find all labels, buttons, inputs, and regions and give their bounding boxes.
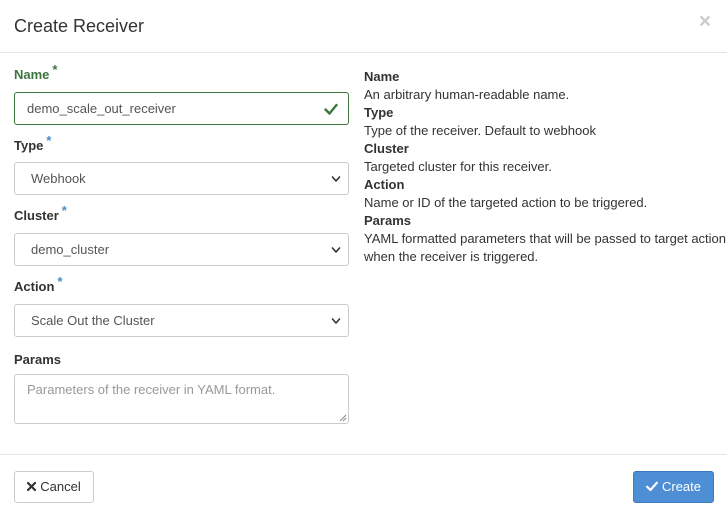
check-icon	[646, 481, 658, 492]
help-term: Cluster	[364, 141, 409, 156]
action-label-text: Action	[14, 279, 55, 294]
cluster-select[interactable]: demo_cluster	[14, 233, 349, 266]
help-desc: An arbitrary human-readable name.	[364, 87, 570, 102]
required-marker: *	[46, 133, 52, 148]
help-desc: YAML formatted parameters that will be p…	[364, 231, 727, 264]
type-label-text: Type	[14, 138, 44, 153]
cluster-label-text: Cluster	[14, 208, 59, 223]
type-select-value: Webhook	[31, 171, 86, 186]
cancel-button-label: Cancel	[40, 479, 81, 494]
required-marker: *	[57, 274, 63, 289]
times-icon	[27, 482, 37, 492]
type-select[interactable]: Webhook	[14, 162, 349, 195]
type-form-group: Type * Webhook	[14, 133, 349, 195]
required-marker: *	[52, 62, 58, 77]
params-label: Params	[14, 352, 61, 367]
help-desc: Type of the receiver. Default to webhook	[364, 123, 596, 138]
cancel-button[interactable]: Cancel	[14, 471, 94, 503]
action-label: Action *	[14, 274, 349, 296]
params-textarea[interactable]: Parameters of the receiver in YAML forma…	[14, 374, 349, 424]
cluster-label: Cluster *	[14, 203, 349, 225]
name-label: Name *	[14, 62, 349, 84]
modal-footer: Cancel Create	[0, 454, 727, 516]
action-select-value: Scale Out the Cluster	[31, 313, 155, 328]
required-marker: *	[61, 203, 67, 218]
cluster-form-group: Cluster * demo_cluster	[14, 203, 349, 266]
help-desc: Targeted cluster for this receiver.	[364, 159, 552, 174]
chevron-down-icon	[331, 176, 341, 182]
chevron-down-icon	[331, 318, 341, 324]
help-term: Params	[364, 213, 411, 228]
params-placeholder: Parameters of the receiver in YAML forma…	[27, 382, 276, 397]
name-label-text: Name	[14, 67, 50, 82]
cluster-select-value: demo_cluster	[31, 242, 110, 257]
name-input-value: demo_scale_out_receiver	[27, 101, 176, 116]
name-input[interactable]: demo_scale_out_receiver	[14, 92, 349, 125]
close-button[interactable]: ×	[695, 11, 715, 33]
name-form-group: Name * demo_scale_out_receiver	[14, 62, 349, 125]
close-icon: ×	[698, 10, 712, 33]
help-term: Name	[364, 69, 400, 84]
create-button-label: Create	[661, 479, 702, 494]
action-select[interactable]: Scale Out the Cluster	[14, 304, 349, 337]
help-text-panel: Name An arbitrary human-readable name. T…	[364, 68, 727, 266]
check-icon	[324, 103, 338, 115]
help-term: Type	[364, 105, 394, 120]
action-form-group: Action * Scale Out the Cluster	[14, 274, 349, 337]
modal-header: Create Receiver ×	[0, 0, 727, 53]
type-label: Type *	[14, 133, 349, 155]
params-form-group: Params Parameters of the receiver in YAM…	[14, 351, 349, 424]
modal-title: Create Receiver	[14, 16, 145, 36]
create-receiver-modal: Create Receiver × Name * demo_scale_out_r…	[0, 0, 727, 516]
chevron-down-icon	[331, 247, 341, 253]
help-term: Action	[364, 177, 405, 192]
resize-grip-icon[interactable]	[339, 414, 347, 422]
help-desc: Name or ID of the targeted action to be …	[364, 195, 648, 210]
create-button[interactable]: Create	[633, 471, 714, 503]
